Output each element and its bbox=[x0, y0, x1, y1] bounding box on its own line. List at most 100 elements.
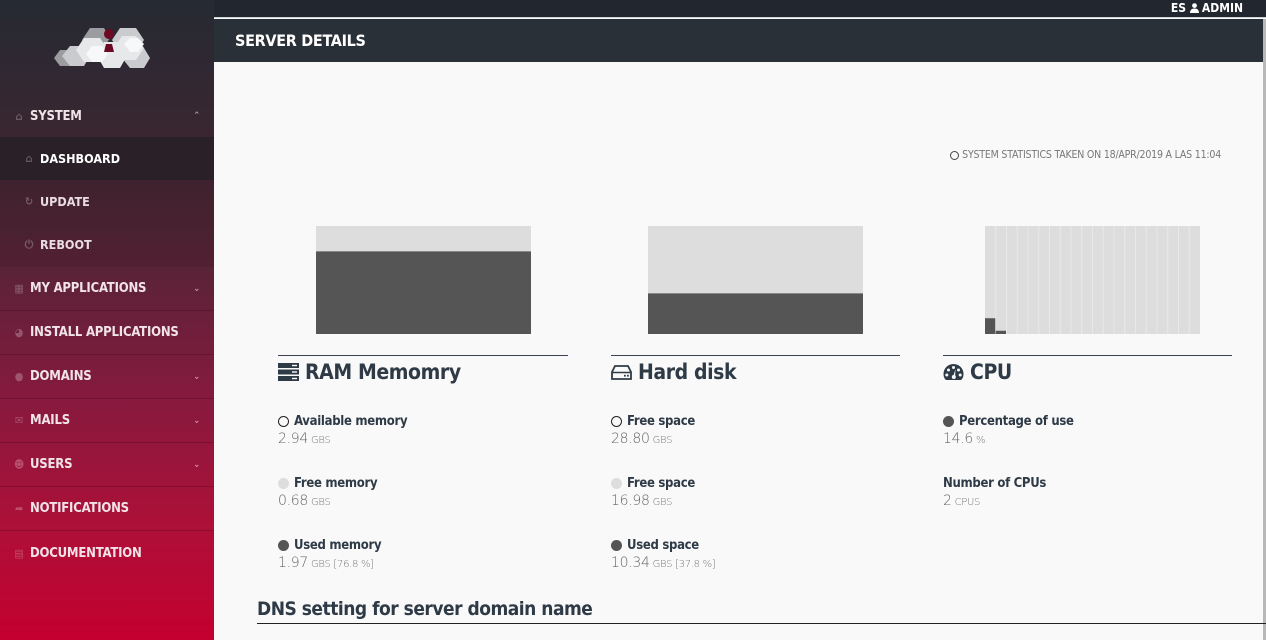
divider bbox=[611, 355, 900, 356]
legend-free-dot bbox=[611, 477, 622, 489]
stat-value: 10.34 bbox=[611, 555, 650, 571]
sidebar-item-install-applications[interactable]: ◕ INSTALL APPLICATIONS bbox=[0, 311, 214, 355]
sidebar-item-dashboard[interactable]: ⌂ DASHBOARD bbox=[0, 137, 214, 180]
chevron-up-icon: ⌃ bbox=[193, 111, 200, 121]
legend-used-dot bbox=[943, 415, 954, 427]
legend-available-dot bbox=[278, 415, 289, 427]
stat-value: 2.94 bbox=[278, 431, 308, 447]
sidebar-item-label: MAILS bbox=[30, 413, 70, 428]
envelope-icon: ✉ bbox=[14, 414, 24, 427]
grid-icon: ▦ bbox=[14, 282, 24, 295]
sidebar-item-label: DOCUMENTATION bbox=[30, 545, 142, 561]
sidebar: ⌂ SYSTEM ⌃ ⌂ DASHBOARD ↻ UPDATE ⏻ REBOOT… bbox=[0, 0, 214, 640]
stat-value: 2 bbox=[943, 493, 952, 509]
stat-unit: GBS bbox=[652, 435, 673, 446]
sidebar-item-label: DASHBOARD bbox=[40, 151, 121, 166]
ram-available: Available memory 2.94 GBS bbox=[278, 413, 408, 447]
ram-title: RAM Memomry bbox=[278, 360, 461, 384]
disk-title-text: Hard disk bbox=[638, 360, 737, 384]
refresh-icon: ↻ bbox=[24, 195, 34, 208]
stat-value: 28.80 bbox=[611, 431, 650, 447]
stat-label: Percentage of use bbox=[959, 413, 1074, 429]
legend-used-dot bbox=[278, 539, 289, 551]
stat-label: Free memory bbox=[294, 475, 378, 491]
disk-usage-chart bbox=[648, 226, 863, 334]
divider bbox=[257, 623, 1266, 624]
sidebar-item-label: MY APPLICATIONS bbox=[30, 281, 147, 296]
user-menu[interactable]: ADMIN bbox=[1189, 1, 1243, 15]
server-icon bbox=[278, 363, 299, 381]
stat-label: Free space bbox=[627, 413, 695, 429]
stat-label: Free space bbox=[627, 475, 695, 491]
stat-value: 0.68 bbox=[278, 493, 308, 509]
ram-used-bar bbox=[316, 251, 531, 334]
cpu-title: CPU bbox=[943, 360, 1012, 384]
sidebar-item-mails[interactable]: ✉ MAILS ⌄ bbox=[0, 399, 214, 443]
cpu-usage: Percentage of use 14.6% bbox=[943, 413, 1074, 447]
disk-free: Free space 16.98 GBS bbox=[611, 475, 695, 509]
chevron-down-icon: ⌄ bbox=[193, 459, 200, 470]
stat-value: 16.98 bbox=[611, 493, 650, 509]
sidebar-item-label: USERS bbox=[30, 457, 73, 472]
divider bbox=[278, 355, 568, 356]
chevron-down-icon: ⌄ bbox=[193, 415, 200, 426]
globe-icon: ● bbox=[14, 370, 24, 383]
users-icon: ☻ bbox=[13, 458, 25, 471]
stat-unit: % bbox=[975, 435, 986, 446]
sidebar-item-update[interactable]: ↻ UPDATE bbox=[0, 180, 214, 223]
top-bar: ES ADMIN bbox=[214, 0, 1266, 18]
clock-icon bbox=[950, 150, 960, 160]
ram-used: Used memory 1.97 GBS [76.8 %] bbox=[278, 537, 382, 571]
sidebar-item-label: DOMAINS bbox=[30, 369, 92, 384]
sidebar-item-reboot[interactable]: ⏻ REBOOT bbox=[0, 223, 214, 266]
home-icon: ⌂ bbox=[15, 109, 23, 123]
book-icon: ▤ bbox=[14, 546, 24, 560]
divider bbox=[943, 355, 1232, 356]
page-title: SERVER DETAILS bbox=[235, 31, 366, 50]
disk-used: Used space 10.34 GBS [37.8 %] bbox=[611, 537, 716, 571]
sidebar-item-label: NOTIFICATIONS bbox=[30, 501, 129, 516]
stats-timestamp-text: SYSTEM STATISTICS TAKEN ON 18/APR/2019 A… bbox=[962, 149, 1221, 161]
stat-unit: GBS bbox=[652, 497, 673, 508]
disk-total-free: Free space 28.80 GBS bbox=[611, 413, 695, 447]
stat-value: 1.97 bbox=[278, 555, 308, 571]
stat-label: Used memory bbox=[294, 537, 382, 553]
dns-section-title: DNS setting for server domain name bbox=[257, 598, 593, 620]
sidebar-item-label: SYSTEM bbox=[30, 108, 82, 124]
sidebar-item-users[interactable]: ☻ USERS ⌄ bbox=[0, 443, 214, 487]
home-icon: ⌂ bbox=[25, 152, 33, 165]
stat-unit: GBS bbox=[310, 497, 331, 508]
stat-unit: CPUS bbox=[954, 497, 981, 508]
stat-unit: GBS bbox=[310, 435, 331, 446]
stat-value: 14.6 bbox=[943, 431, 973, 447]
chevron-down-icon: ⌄ bbox=[193, 283, 200, 294]
legend-used-dot bbox=[611, 539, 622, 551]
stat-label: Number of CPUs bbox=[943, 475, 1047, 491]
legend-available-dot bbox=[611, 415, 622, 427]
cpu-title-text: CPU bbox=[970, 360, 1012, 384]
cpu-bar bbox=[995, 330, 1007, 334]
cpu-usage-chart bbox=[985, 226, 1200, 334]
cpu-bar bbox=[985, 318, 996, 334]
language-selector[interactable]: ES bbox=[1171, 1, 1186, 15]
power-icon: ⏻ bbox=[24, 237, 34, 251]
user-icon bbox=[1189, 3, 1199, 13]
cpu-count: Number of CPUs 2 CPUS bbox=[943, 475, 1047, 510]
page-header: SERVER DETAILS bbox=[214, 19, 1264, 62]
ram-title-text: RAM Memomry bbox=[305, 360, 461, 384]
sidebar-item-documentation[interactable]: ▤ DOCUMENTATION bbox=[0, 531, 214, 575]
user-name: ADMIN bbox=[1201, 1, 1243, 15]
sidebar-item-label: REBOOT bbox=[40, 237, 92, 252]
hdd-icon bbox=[611, 365, 632, 380]
sidebar-item-notifications[interactable]: ➦ NOTIFICATIONS bbox=[0, 487, 214, 531]
chevron-down-icon: ⌄ bbox=[193, 371, 200, 382]
sidebar-item-label: INSTALL APPLICATIONS bbox=[30, 325, 179, 340]
share-icon: ➦ bbox=[14, 502, 24, 515]
sidebar-item-my-applications[interactable]: ▦ MY APPLICATIONS ⌄ bbox=[0, 267, 214, 311]
stats-timestamp: SYSTEM STATISTICS TAKEN ON 18/APR/2019 A… bbox=[950, 149, 1221, 161]
sidebar-item-system[interactable]: ⌂ SYSTEM ⌃ bbox=[0, 94, 214, 138]
cloud-keyhole-logo[interactable] bbox=[52, 14, 162, 76]
disk-used-bar bbox=[648, 293, 863, 334]
sidebar-item-domains[interactable]: ● DOMAINS ⌄ bbox=[0, 355, 214, 399]
ram-free: Free memory 0.68 GBS bbox=[278, 475, 378, 509]
